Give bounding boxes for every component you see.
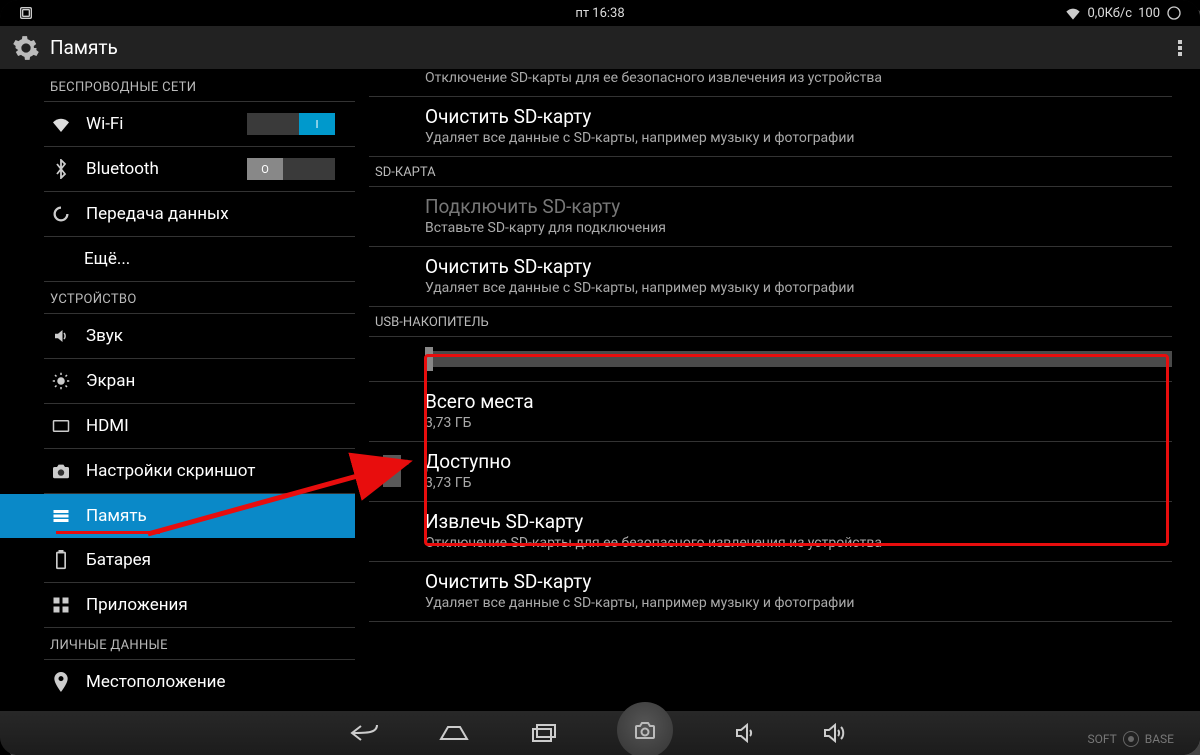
apps-icon bbox=[50, 596, 72, 614]
row-erase-usb[interactable]: Очистить SD-карту Удаляет все данные с S… bbox=[355, 562, 1200, 621]
row-erase-sd-1[interactable]: Очистить SD-карту Удаляет все данные с S… bbox=[355, 97, 1200, 156]
settings-gear-icon[interactable] bbox=[12, 34, 40, 62]
watermark: SOFT BASE bbox=[1087, 731, 1174, 747]
screenshot-nav-icon[interactable] bbox=[617, 702, 673, 755]
status-time: пт 16:38 bbox=[575, 6, 624, 21]
sidebar-item-label: HDMI bbox=[86, 416, 129, 436]
sidebar-item-location[interactable]: Местоположение bbox=[0, 660, 355, 704]
watermark-ring-icon bbox=[1123, 731, 1139, 747]
sidebar-item-data-usage[interactable]: Передача данных bbox=[0, 192, 355, 236]
sidebar-item-bluetooth[interactable]: Bluetooth O bbox=[0, 147, 355, 191]
volume-up-icon[interactable] bbox=[819, 721, 853, 745]
wireless-header: БЕСПРОВОДНЫЕ СЕТИ bbox=[0, 70, 355, 101]
data-usage-icon bbox=[50, 205, 72, 223]
sidebar-item-label: Экран bbox=[86, 371, 135, 391]
usb-storage-header: USB-НАКОПИТЕЛЬ bbox=[355, 307, 1200, 336]
sidebar-item-more[interactable]: Ещё... bbox=[0, 237, 355, 281]
action-bar: Память bbox=[0, 26, 1200, 70]
sidebar-item-storage[interactable]: Память bbox=[0, 494, 355, 538]
storage-settings-content: Извлечь SD-карту Отключение SD-карты для… bbox=[355, 70, 1200, 711]
camera-icon bbox=[50, 463, 72, 479]
settings-sidebar: БЕСПРОВОДНЫЕ СЕТИ Wi-Fi I Bluetooth O Пе… bbox=[0, 70, 355, 711]
row-mount-sd: Подключить SD-карту Вставьте SD-карту дл… bbox=[355, 187, 1200, 246]
overflow-menu-icon[interactable] bbox=[1172, 34, 1188, 62]
sound-icon bbox=[50, 327, 72, 345]
navigation-bar: SOFT BASE bbox=[0, 711, 1200, 755]
sidebar-item-label: Приложения bbox=[86, 595, 188, 615]
recents-icon[interactable] bbox=[527, 721, 561, 745]
wifi-toggle[interactable]: I bbox=[247, 113, 335, 135]
status-bar: пт 16:38 0,0Кб/с 100 bbox=[0, 0, 1200, 26]
actionbar-title: Память bbox=[50, 36, 118, 59]
storage-icon bbox=[50, 508, 72, 524]
wifi-icon bbox=[50, 116, 72, 132]
data-rate: 0,0Кб/с bbox=[1087, 6, 1132, 21]
available-color-swatch bbox=[383, 455, 401, 487]
battery-icon bbox=[50, 550, 72, 570]
brightness-icon bbox=[50, 372, 72, 390]
sidebar-item-label: Wi-Fi bbox=[86, 114, 123, 134]
back-icon[interactable] bbox=[347, 721, 381, 745]
sidebar-item-display[interactable]: Экран bbox=[0, 359, 355, 403]
sidebar-item-wifi[interactable]: Wi-Fi I bbox=[0, 102, 355, 146]
sidebar-item-battery[interactable]: Батарея bbox=[0, 538, 355, 582]
row-erase-sd-2[interactable]: Очистить SD-карту Удаляет все данные с S… bbox=[355, 247, 1200, 306]
sd-card-header: SD-КАРТА bbox=[355, 157, 1200, 186]
sidebar-item-sound[interactable]: Звук bbox=[0, 314, 355, 358]
hdmi-icon bbox=[50, 419, 72, 433]
personal-header: ЛИЧНЫЕ ДАННЫЕ bbox=[0, 628, 355, 659]
sidebar-item-label: Настройки скриншот bbox=[86, 461, 255, 481]
device-header: УСТРОЙСТВО bbox=[0, 282, 355, 313]
rotation-lock-icon bbox=[18, 5, 34, 21]
android-settings-screen: пт 16:38 0,0Кб/с 100 Память БЕСПРОВОДНЫЕ… bbox=[0, 0, 1200, 755]
bluetooth-toggle[interactable]: O bbox=[247, 158, 335, 180]
row-eject-sd-top[interactable]: Извлечь SD-карту Отключение SD-карты для… bbox=[355, 70, 1200, 96]
home-icon[interactable] bbox=[437, 721, 471, 745]
volume-down-icon[interactable] bbox=[729, 721, 763, 745]
row-eject-usb[interactable]: Извлечь SD-карту Отключение SD-карты для… bbox=[355, 502, 1200, 561]
battery-percent: 100 bbox=[1138, 6, 1160, 21]
row-available[interactable]: Доступно 3,73 ГБ bbox=[355, 442, 1200, 501]
wifi-status-icon bbox=[1065, 6, 1081, 20]
sidebar-item-label: Звук bbox=[86, 326, 123, 346]
sidebar-item-label: Батарея bbox=[86, 550, 151, 570]
sidebar-item-apps[interactable]: Приложения bbox=[0, 583, 355, 627]
sidebar-item-screenshot[interactable]: Настройки скриншот bbox=[0, 449, 355, 493]
annotation-underline bbox=[56, 531, 160, 534]
bluetooth-icon bbox=[50, 159, 72, 179]
sidebar-item-hdmi[interactable]: HDMI bbox=[0, 404, 355, 448]
sidebar-item-label: Bluetooth bbox=[86, 159, 159, 179]
sidebar-item-label: Память bbox=[86, 506, 147, 526]
sidebar-item-label: Передача данных bbox=[86, 204, 229, 224]
usb-storage-bar-row[interactable] bbox=[355, 337, 1200, 381]
sidebar-item-label: Ещё... bbox=[84, 249, 130, 269]
sidebar-item-label: Местоположение bbox=[86, 672, 226, 692]
usb-storage-bar bbox=[425, 351, 1172, 367]
battery-icon bbox=[1166, 5, 1182, 21]
location-icon bbox=[50, 672, 72, 692]
row-total-space[interactable]: Всего места 3,73 ГБ bbox=[355, 382, 1200, 441]
